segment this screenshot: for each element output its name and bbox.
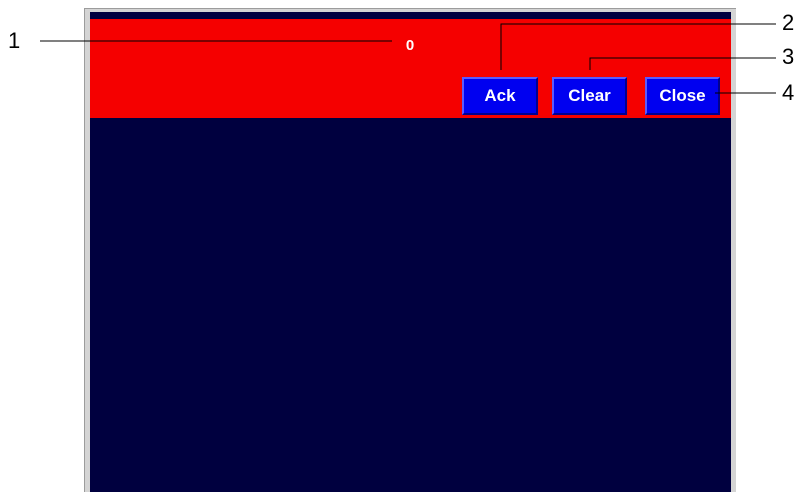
ack-button[interactable]: Ack — [462, 77, 538, 115]
alarm-banner: 0 Ack Clear Close — [90, 19, 731, 118]
callout-number-2: 2 — [782, 10, 795, 35]
callout-number-3: 3 — [782, 44, 795, 69]
alarm-count: 0 — [405, 37, 415, 54]
callout-number-1: 1 — [8, 28, 21, 53]
clear-button[interactable]: Clear — [552, 77, 627, 115]
callout-number-4: 4 — [782, 80, 795, 105]
alarm-screen: 0 Ack Clear Close — [90, 12, 731, 492]
close-button[interactable]: Close — [645, 77, 720, 115]
top-strip — [90, 12, 731, 19]
diagram-stage: 0 Ack Clear Close 1 2 3 4 — [0, 0, 798, 495]
